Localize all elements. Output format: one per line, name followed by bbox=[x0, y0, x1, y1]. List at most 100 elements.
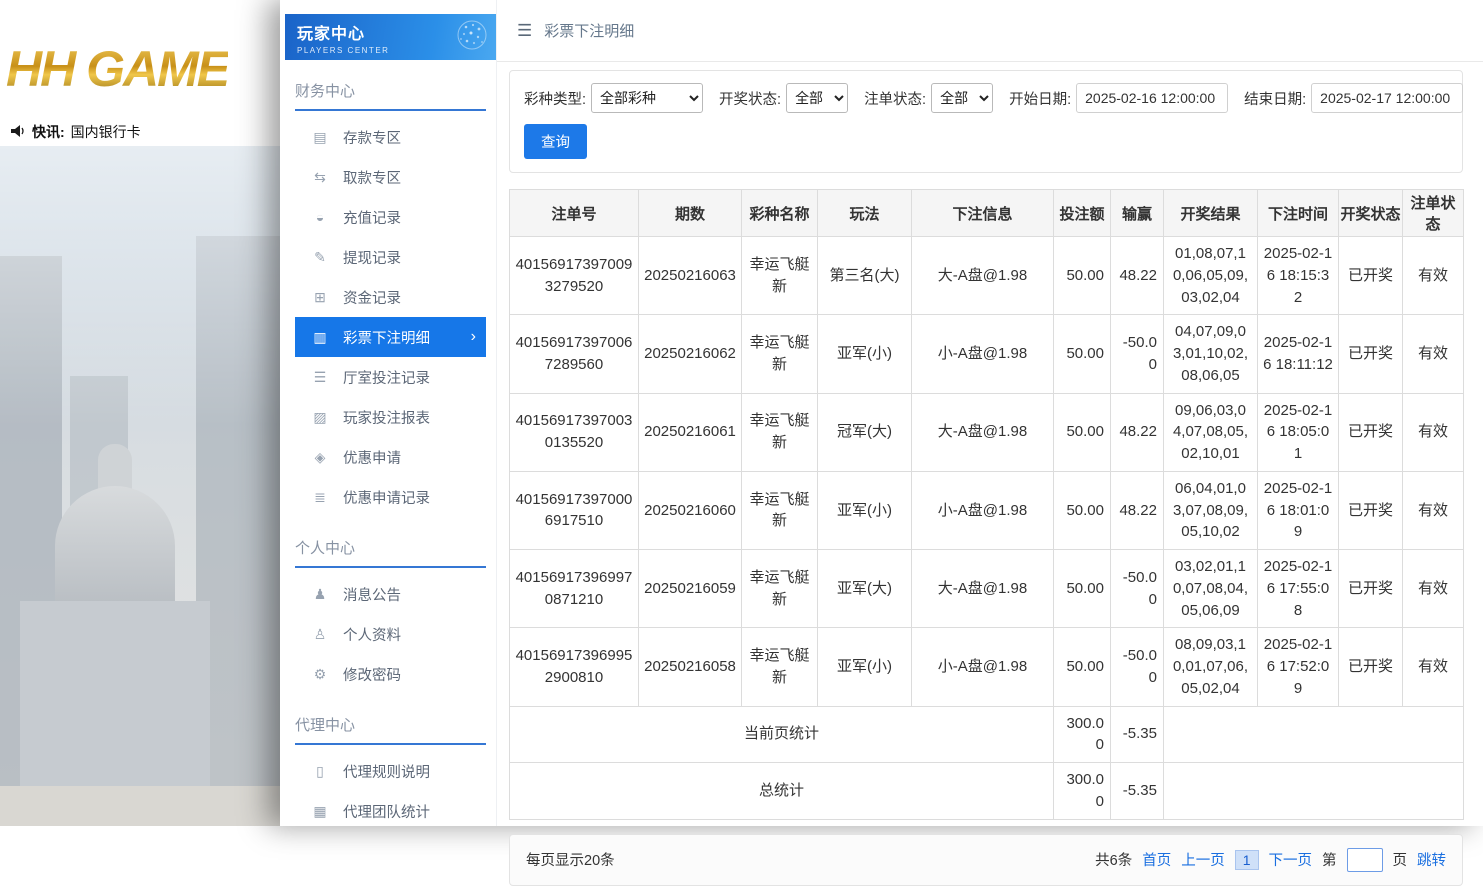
agent-menu: ▯ 代理规则说明 ▦ 代理团队统计 bbox=[280, 745, 496, 826]
summary-winloss-total: -5.35 bbox=[1111, 706, 1164, 763]
cell-play: 亚军(小) bbox=[818, 315, 912, 393]
cell-lottery-name: 幸运飞艇新 bbox=[742, 237, 818, 315]
cell-draw-status: 已开奖 bbox=[1339, 628, 1403, 706]
profile-icon: ♙ bbox=[311, 626, 329, 643]
news-label: 快讯: bbox=[32, 122, 65, 142]
header-bet-info: 下注信息 bbox=[912, 190, 1054, 237]
sidebar-item-withdraw[interactable]: ⇆ 取款专区 bbox=[295, 157, 486, 197]
start-date-input[interactable] bbox=[1076, 83, 1228, 113]
site-logo: HH GAME bbox=[6, 40, 228, 98]
cell-period: 20250216061 bbox=[639, 393, 742, 471]
personal-menu: ♟ 消息公告 ♙ 个人资料 ⚙ 修改密码 bbox=[280, 568, 496, 694]
order-status-select[interactable]: 全部 bbox=[931, 83, 993, 113]
cell-bet-time: 2025-02-16 18:01:09 bbox=[1258, 471, 1339, 549]
summary-row-grand-total: 总统计 300.00 -5.35 bbox=[510, 763, 1464, 820]
cell-lottery-name: 幸运飞艇新 bbox=[742, 315, 818, 393]
query-button[interactable]: 查询 bbox=[524, 124, 587, 159]
report-icon: ▨ bbox=[311, 409, 329, 426]
jump-button[interactable]: 跳转 bbox=[1417, 849, 1446, 870]
sidebar-item-recharge-records[interactable]: ◒ 充值记录 bbox=[295, 197, 486, 237]
lottery-type-label: 彩种类型: bbox=[524, 88, 586, 109]
cell-winloss: 48.22 bbox=[1111, 471, 1164, 549]
chevron-right-icon: › bbox=[471, 328, 486, 346]
sidebar-item-agent-team-stats[interactable]: ▦ 代理团队统计 bbox=[295, 791, 486, 826]
first-page-link[interactable]: 首页 bbox=[1142, 849, 1171, 870]
header-play: 玩法 bbox=[818, 190, 912, 237]
draw-status-select[interactable]: 全部 bbox=[786, 83, 848, 113]
cell-order-status: 有效 bbox=[1403, 628, 1464, 706]
sidebar-item-promo-apply-records[interactable]: ≣ 优惠申请记录 bbox=[295, 477, 486, 517]
cell-order-id: 401569173970006917510 bbox=[510, 471, 639, 549]
sidebar-item-withdrawal-records[interactable]: ✎ 提现记录 bbox=[295, 237, 486, 277]
cell-play: 亚军(大) bbox=[818, 550, 912, 628]
cell-draw-status: 已开奖 bbox=[1339, 315, 1403, 393]
cell-order-id: 401569173969952900810 bbox=[510, 628, 639, 706]
summary-bet-total: 300.00 bbox=[1054, 763, 1111, 820]
cell-draw-result: 01,08,07,10,06,05,09,03,02,04 bbox=[1164, 237, 1258, 315]
bets-table-wrap: 注单号 期数 彩种名称 玩法 下注信息 投注额 输赢 开奖结果 下注时间 开奖状… bbox=[509, 189, 1463, 820]
sidebar-item-profile[interactable]: ♙ 个人资料 bbox=[295, 614, 486, 654]
table-row: 401569173970030135520 20250216061 幸运飞艇新 … bbox=[510, 393, 1464, 471]
summary-label: 总统计 bbox=[510, 763, 1054, 820]
header-period: 期数 bbox=[639, 190, 742, 237]
cell-draw-result: 06,04,01,03,07,08,09,05,10,02 bbox=[1164, 471, 1258, 549]
cell-play: 亚军(小) bbox=[818, 628, 912, 706]
rules-icon: ▯ bbox=[311, 763, 329, 780]
table-row: 401569173970006917510 20250216060 幸运飞艇新 … bbox=[510, 471, 1464, 549]
next-page-link[interactable]: 下一页 bbox=[1269, 849, 1313, 870]
announcement-icon: ♟ bbox=[311, 586, 329, 603]
recharge-icon: ◒ bbox=[311, 209, 329, 225]
header-draw-status: 开奖状态 bbox=[1339, 190, 1403, 237]
cell-period: 20250216063 bbox=[639, 237, 742, 315]
jump-prefix-label: 第 bbox=[1322, 849, 1337, 870]
sidebar-item-funds-records[interactable]: ⊞ 资金记录 bbox=[295, 277, 486, 317]
end-date-input[interactable] bbox=[1311, 83, 1463, 113]
news-ticker: 快讯: 国内银行卡 bbox=[0, 118, 280, 146]
password-icon: ⚙ bbox=[311, 666, 329, 683]
sidebar-item-lottery-bet-details[interactable]: ▥ 彩票下注明细 › bbox=[295, 317, 486, 357]
hamburger-icon[interactable]: ☰ bbox=[517, 21, 532, 41]
sidebar-item-hall-bet-records[interactable]: ☰ 厅室投注记录 bbox=[295, 357, 486, 397]
jump-suffix-label: 页 bbox=[1393, 849, 1408, 870]
cell-draw-result: 08,09,03,10,01,07,06,05,02,04 bbox=[1164, 628, 1258, 706]
cell-lottery-name: 幸运飞艇新 bbox=[742, 550, 818, 628]
speaker-icon bbox=[10, 124, 26, 141]
promo-icon: ◈ bbox=[311, 449, 329, 466]
header-bet-amount: 投注额 bbox=[1054, 190, 1111, 237]
summary-bet-total: 300.00 bbox=[1054, 706, 1111, 763]
sidebar-item-player-bet-report[interactable]: ▨ 玩家投注报表 bbox=[295, 397, 486, 437]
cell-bet-time: 2025-02-16 18:11:12 bbox=[1258, 315, 1339, 393]
withdraw-icon: ⇆ bbox=[311, 169, 329, 186]
draw-status-label: 开奖状态: bbox=[719, 88, 781, 109]
cell-order-status: 有效 bbox=[1403, 550, 1464, 628]
cell-bet-time: 2025-02-16 17:55:08 bbox=[1258, 550, 1339, 628]
cell-draw-status: 已开奖 bbox=[1339, 471, 1403, 549]
sidebar-item-agent-rules[interactable]: ▯ 代理规则说明 bbox=[295, 751, 486, 791]
sidebar: 玩家中心 PLAYERS CENTER 财务中心 ▤ 存款专区 ⇆ 取款专区 bbox=[280, 0, 497, 826]
lottery-type-select[interactable]: 全部彩种 bbox=[591, 83, 703, 113]
withdrawal-record-icon: ✎ bbox=[311, 249, 329, 266]
cell-bet-amount: 50.00 bbox=[1054, 393, 1111, 471]
prev-page-link[interactable]: 上一页 bbox=[1181, 849, 1225, 870]
header-draw-result: 开奖结果 bbox=[1164, 190, 1258, 237]
sidebar-item-deposit[interactable]: ▤ 存款专区 bbox=[295, 117, 486, 157]
player-center-modal: 玩家中心 PLAYERS CENTER 财务中心 ▤ 存款专区 ⇆ 取款专区 bbox=[280, 0, 1483, 826]
bets-table: 注单号 期数 彩种名称 玩法 下注信息 投注额 输赢 开奖结果 下注时间 开奖状… bbox=[509, 189, 1464, 820]
main-content: ☰ 彩票下注明细 彩种类型: 全部彩种 开奖状态: 全部 bbox=[497, 0, 1483, 826]
cell-bet-info: 小-A盘@1.98 bbox=[912, 315, 1054, 393]
cell-order-status: 有效 bbox=[1403, 471, 1464, 549]
cell-winloss: -50.00 bbox=[1111, 315, 1164, 393]
finance-menu: ▤ 存款专区 ⇆ 取款专区 ◒ 充值记录 ✎ 提现记录 ⊞ 资金记录 ▥ 彩票下… bbox=[280, 111, 496, 517]
current-page-badge: 1 bbox=[1235, 850, 1259, 870]
cell-period: 20250216058 bbox=[639, 628, 742, 706]
sidebar-item-change-password[interactable]: ⚙ 修改密码 bbox=[295, 654, 486, 694]
sidebar-item-promo-apply[interactable]: ◈ 优惠申请 bbox=[295, 437, 486, 477]
page-number-input[interactable] bbox=[1347, 848, 1383, 872]
cell-bet-amount: 50.00 bbox=[1054, 237, 1111, 315]
cell-winloss: 48.22 bbox=[1111, 393, 1164, 471]
table-row: 401569173969970871210 20250216059 幸运飞艇新 … bbox=[510, 550, 1464, 628]
cell-winloss: -50.00 bbox=[1111, 550, 1164, 628]
sidebar-item-announcements[interactable]: ♟ 消息公告 bbox=[295, 574, 486, 614]
news-text: 国内银行卡 bbox=[71, 122, 141, 142]
cell-bet-amount: 50.00 bbox=[1054, 315, 1111, 393]
